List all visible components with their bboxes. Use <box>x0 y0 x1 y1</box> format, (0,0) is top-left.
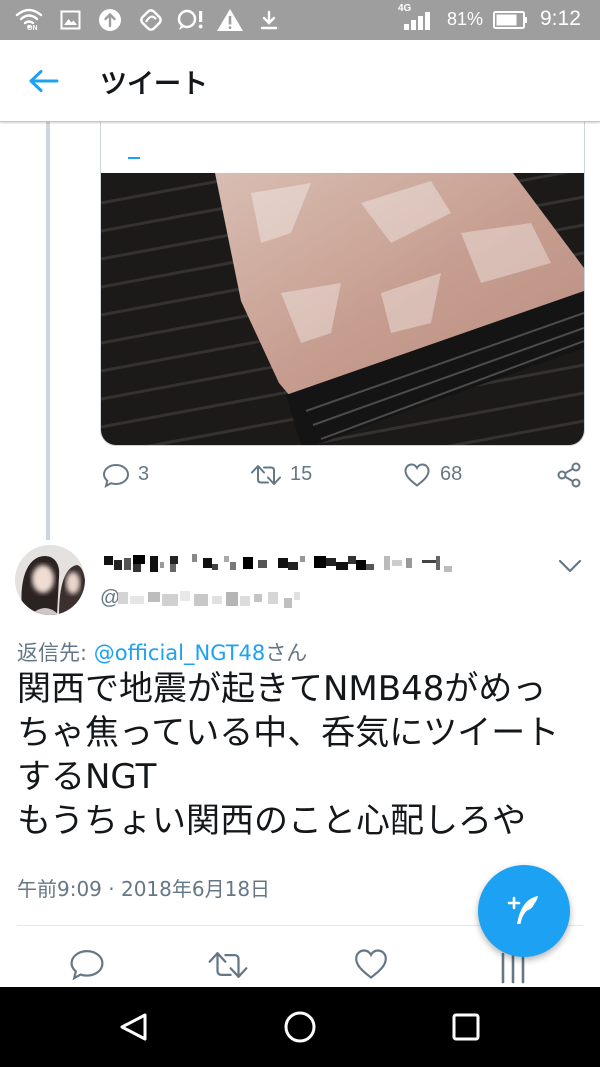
wifi-calling-label: ON <box>27 25 38 32</box>
tweet-text-line: 関西で地震が起きてNMB48がめっ <box>17 669 547 709</box>
reply-icon[interactable] <box>69 947 105 981</box>
reply-icon[interactable] <box>102 462 130 488</box>
chat-alert-icon <box>177 9 203 30</box>
page-title: ツイート <box>100 69 208 100</box>
download-icon <box>260 10 278 30</box>
clock: 9:12 <box>540 7 581 30</box>
back-button[interactable] <box>26 66 62 96</box>
home-icon[interactable] <box>283 1010 317 1044</box>
tweet-text-line: もうちょい関西のこと心配しろや <box>17 801 526 841</box>
signal-icon <box>404 12 430 30</box>
avatar[interactable] <box>15 545 85 615</box>
tweet-text-line: ちゃ焦っている中、呑気にツイート <box>17 713 560 753</box>
arrow-left-icon <box>29 70 59 92</box>
like-icon[interactable] <box>353 947 389 981</box>
retweet-count: 15 <box>290 463 313 485</box>
upload-icon <box>99 9 121 31</box>
like-count: 68 <box>440 463 463 485</box>
share-icon[interactable] <box>555 461 583 489</box>
thread-connector-line <box>46 122 50 540</box>
retweet-icon[interactable] <box>250 463 282 487</box>
chevron-down-icon[interactable] <box>558 558 582 574</box>
image-icon <box>60 10 81 30</box>
warning-icon <box>217 9 243 31</box>
app-bar: ツイート <box>0 40 600 122</box>
parent-tweet-media-card[interactable] <box>100 100 585 446</box>
tweet-text-line: するNGT <box>17 757 157 797</box>
recents-icon[interactable] <box>452 1013 480 1041</box>
author-handle-redacted <box>118 591 300 608</box>
tweet-text: 関西で地震が起きてNMB48がめっ ちゃ焦っている中、呑気にツイート するNGT… <box>17 667 559 843</box>
reply-prefix: 返信先: <box>17 641 94 665</box>
compose-tweet-button[interactable] <box>478 865 570 957</box>
tweet-timestamp: 午前9:09 · 2018年6月18日 <box>17 877 271 901</box>
retweet-icon[interactable] <box>207 949 249 981</box>
back-icon[interactable] <box>117 1012 149 1042</box>
app-icon <box>140 9 162 31</box>
reply-context: 返信先: @official_NGT48さん <box>17 641 307 665</box>
battery-icon <box>493 11 527 29</box>
author-name-redacted[interactable] <box>100 552 456 578</box>
battery-level: 81% <box>447 9 484 29</box>
reply-count: 3 <box>138 463 150 485</box>
system-nav-bar <box>0 987 600 1067</box>
truncated-link-fragment <box>128 157 140 159</box>
reply-to-link[interactable]: @official_NGT48 <box>94 641 266 665</box>
reply-suffix: さん <box>265 641 308 665</box>
compose-tweet-icon <box>507 896 538 924</box>
like-icon[interactable] <box>403 462 431 488</box>
status-bar: ON 4G 81% 9:12 <box>0 0 600 40</box>
tweet-photo[interactable] <box>101 173 584 445</box>
